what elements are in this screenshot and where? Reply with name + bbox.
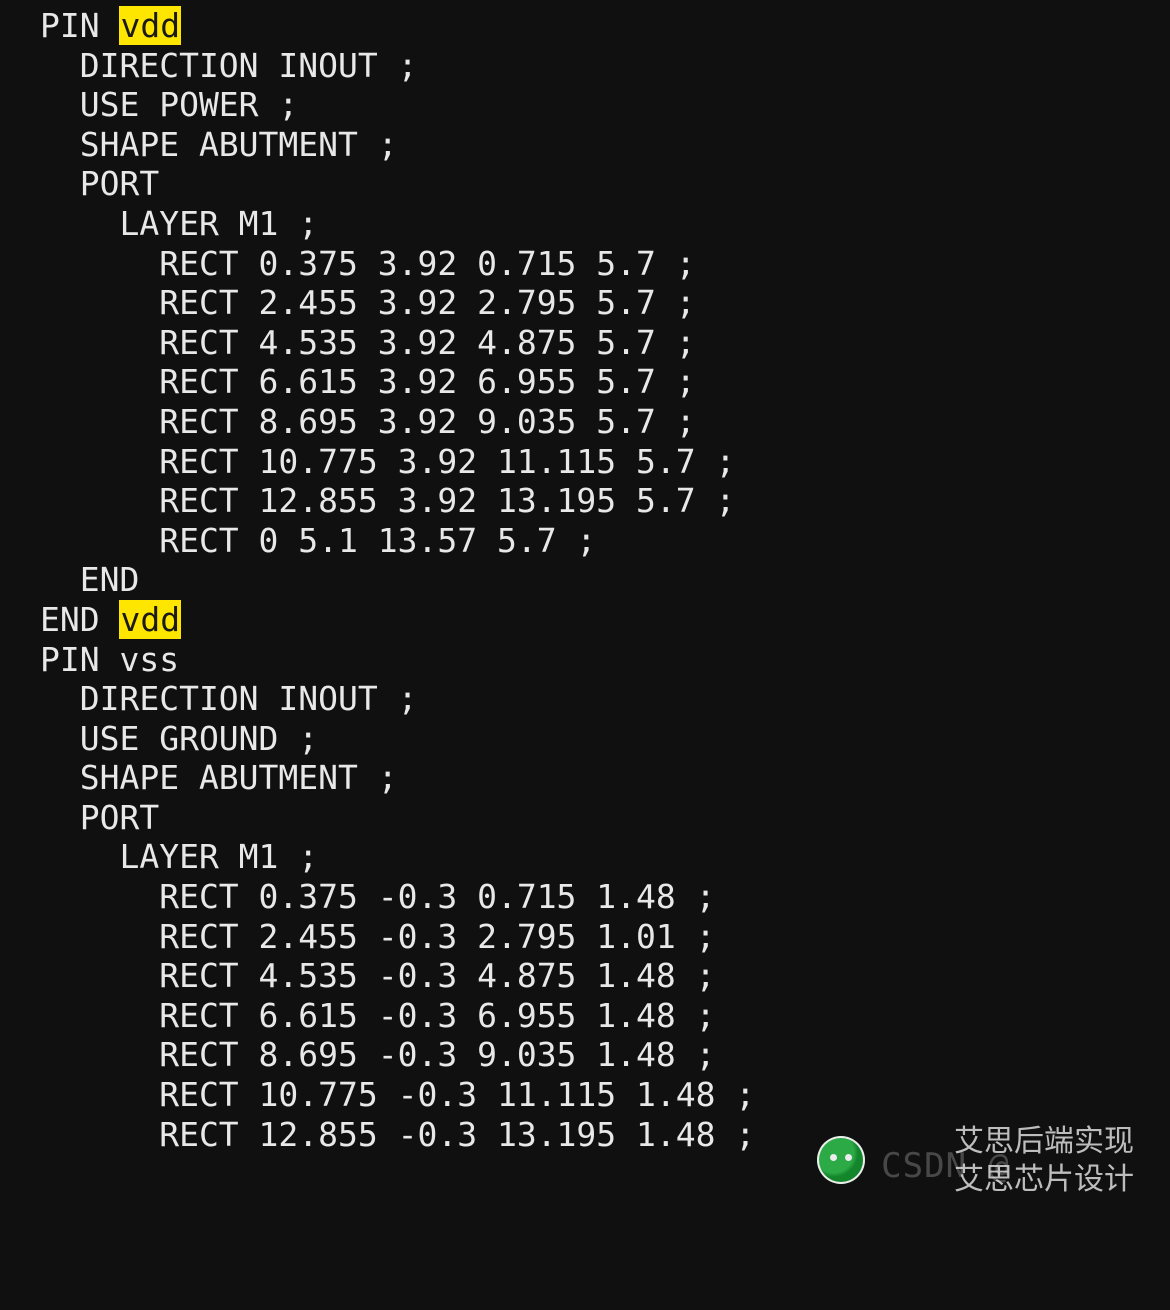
watermark-line-2: 艾思芯片设计 — [954, 1154, 1134, 1198]
lef-code-block: PIN vdd DIRECTION INOUT ; USE POWER ; SH… — [0, 0, 1170, 1154]
wechat-logo-icon — [817, 1136, 865, 1184]
